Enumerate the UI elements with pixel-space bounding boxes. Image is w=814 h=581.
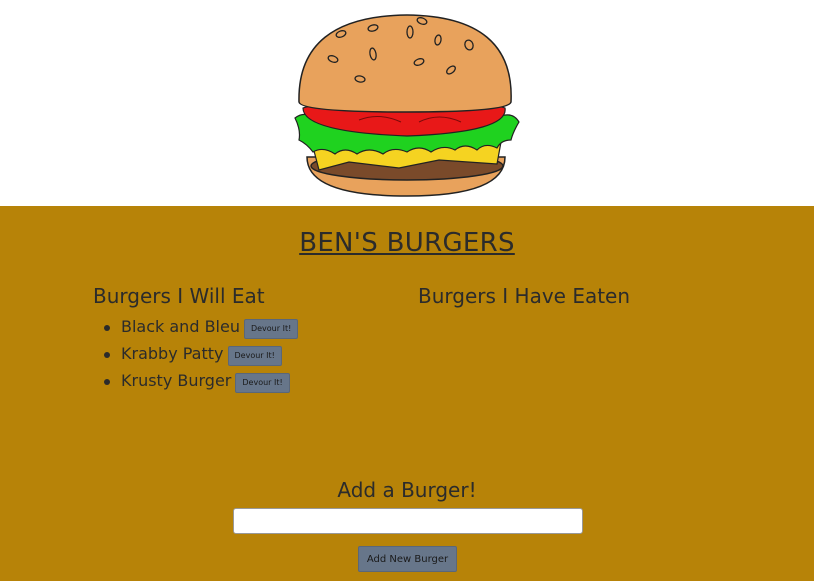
burger-name: Krabby Patty [121, 344, 224, 363]
list-item: Black and Bleu Devour It! [100, 317, 299, 345]
devour-button[interactable]: Devour It! [243, 319, 299, 339]
hero-banner [0, 0, 814, 206]
list-item: Krusty Burger Devour It! [100, 372, 298, 399]
page-title: BEN'S BURGERS [299, 228, 515, 258]
burgers-to-eat-list: Black and Bleu Devour It! Krabby Patty D… [100, 317, 299, 399]
burgers-eaten-heading: Burgers I Have Eaten [418, 284, 631, 308]
burger-name-input[interactable] [233, 508, 583, 534]
burger-name: Krusty Burger [121, 371, 232, 390]
add-burger-heading: Add a Burger! [337, 478, 477, 502]
bullet-icon [104, 352, 110, 358]
main-panel: BEN'S BURGERS Burgers I Will Eat Burgers… [0, 206, 814, 581]
list-item: Krabby Patty Devour It! [100, 345, 298, 372]
burgers-to-eat-heading: Burgers I Will Eat [93, 284, 265, 308]
devour-button[interactable]: Devour It! [235, 373, 290, 393]
bullet-icon [104, 325, 110, 331]
add-new-burger-button[interactable]: Add New Burger [358, 546, 457, 572]
bullet-icon [104, 379, 110, 385]
burger-name: Black and Bleu [121, 317, 240, 336]
burger-illustration-icon [294, 14, 520, 197]
devour-button[interactable]: Devour It! [227, 346, 282, 366]
